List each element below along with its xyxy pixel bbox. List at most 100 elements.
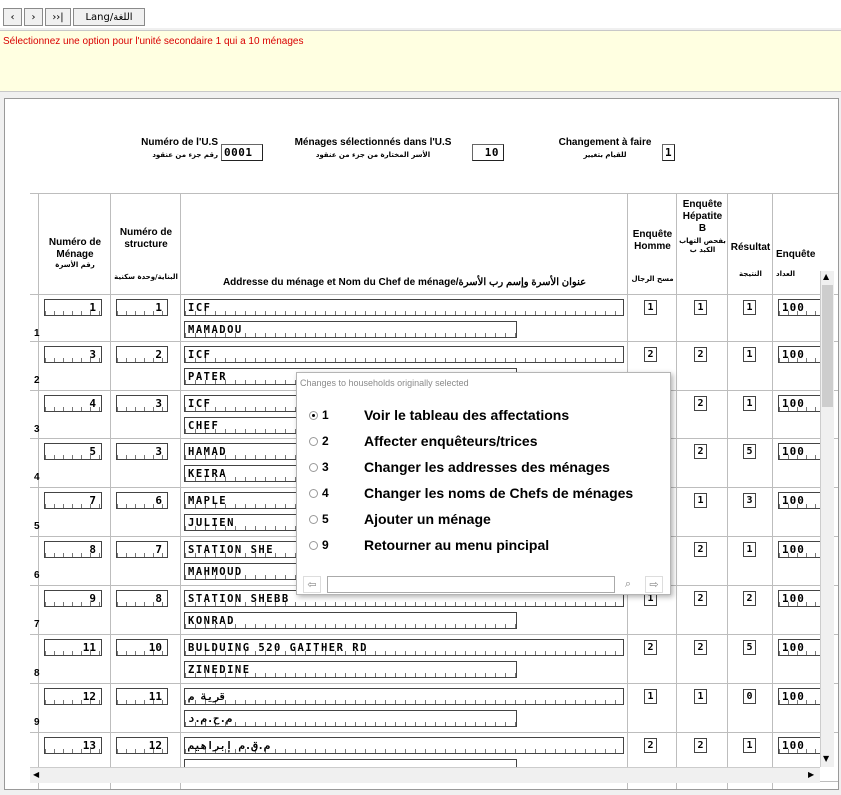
us-number-field[interactable]: 0001 bbox=[221, 144, 263, 161]
menage-number-field[interactable]: 11 bbox=[44, 639, 102, 656]
hepatite-survey-field[interactable]: 1 bbox=[694, 493, 707, 508]
last-button[interactable]: ››| bbox=[45, 8, 71, 26]
row-number: 4 bbox=[34, 472, 40, 483]
change-field[interactable]: 1 bbox=[662, 144, 675, 161]
chef-name-field[interactable]: م.ح.م.د bbox=[184, 710, 517, 727]
menage-number-field[interactable]: 13 bbox=[44, 737, 102, 754]
chef-name-field[interactable]: KONRAD bbox=[184, 612, 517, 629]
search-icon[interactable]: ⌕ bbox=[619, 576, 637, 593]
result-field[interactable]: 3 bbox=[743, 493, 756, 508]
option-item[interactable]: 4 Changer les noms de Chefs de ménages bbox=[309, 483, 664, 503]
menage-number-field[interactable]: 1 bbox=[44, 299, 102, 316]
column-header-resultat: Résultat النتيجة bbox=[730, 242, 771, 278]
next-button[interactable]: › bbox=[24, 8, 43, 26]
hepatite-survey-field[interactable]: 2 bbox=[694, 738, 707, 753]
hepatite-survey-field[interactable]: 2 bbox=[694, 347, 707, 362]
homme-survey-field[interactable]: 1 bbox=[644, 300, 657, 315]
radio-icon[interactable] bbox=[309, 436, 318, 446]
structure-number-field[interactable]: 7 bbox=[116, 541, 168, 558]
hepatite-survey-field[interactable]: 1 bbox=[694, 689, 707, 704]
row-number: 3 bbox=[34, 424, 40, 435]
chef-name-field[interactable]: MAMADOU bbox=[184, 321, 517, 338]
result-field[interactable]: 1 bbox=[743, 542, 756, 557]
option-item[interactable]: 1 Voir le tableau des affectations bbox=[309, 405, 664, 425]
menage-number-field[interactable]: 8 bbox=[44, 541, 102, 558]
radio-icon[interactable] bbox=[309, 410, 318, 420]
result-field[interactable]: 5 bbox=[743, 640, 756, 655]
result-field[interactable]: 1 bbox=[743, 396, 756, 411]
structure-number-field[interactable]: 1 bbox=[116, 299, 168, 316]
structure-number-field[interactable]: 11 bbox=[116, 688, 168, 705]
hepatite-survey-field[interactable]: 2 bbox=[694, 444, 707, 459]
option-label: Affecter enquêteurs/trices bbox=[364, 433, 538, 449]
hepatite-survey-field[interactable]: 2 bbox=[694, 591, 707, 606]
grid-line bbox=[180, 193, 181, 789]
radio-icon[interactable] bbox=[309, 488, 318, 498]
option-label: Changer les addresses des ménages bbox=[364, 459, 610, 475]
menage-number-field[interactable]: 4 bbox=[44, 395, 102, 412]
radio-icon[interactable] bbox=[309, 514, 318, 524]
option-item[interactable]: 5 Ajouter un ménage bbox=[309, 509, 664, 529]
scroll-left-icon[interactable]: ◀ bbox=[33, 770, 39, 779]
scroll-thumb[interactable] bbox=[822, 285, 833, 407]
back-arrow-icon[interactable]: ⇦ bbox=[303, 576, 321, 593]
homme-survey-field[interactable]: 2 bbox=[644, 738, 657, 753]
scroll-up-icon[interactable]: ▲ bbox=[823, 272, 829, 281]
radio-icon[interactable] bbox=[309, 540, 318, 550]
column-header-menage: Numéro de Ménage رقم الأسرة bbox=[48, 237, 102, 269]
selected-households-field[interactable]: 10 bbox=[472, 144, 504, 161]
horizontal-scrollbar[interactable]: ◀ ▶ bbox=[30, 767, 820, 783]
dialog-search-input[interactable] bbox=[327, 576, 615, 593]
us-label: Numéro de l'U.S رقم جزء من عنقود bbox=[141, 137, 218, 159]
result-field[interactable]: 5 bbox=[743, 444, 756, 459]
previous-button[interactable]: ‹ bbox=[3, 8, 22, 26]
grid-line bbox=[110, 193, 111, 789]
hepatite-survey-field[interactable]: 2 bbox=[694, 640, 707, 655]
vertical-scrollbar[interactable]: ▲ ▼ bbox=[820, 271, 834, 767]
address-field[interactable]: قرية م bbox=[184, 688, 624, 705]
language-button[interactable]: Lang/اللغة bbox=[73, 8, 145, 26]
menage-number-field[interactable]: 12 bbox=[44, 688, 102, 705]
option-item[interactable]: 9 Retourner au menu pincipal bbox=[309, 535, 664, 555]
menage-number-field[interactable]: 7 bbox=[44, 492, 102, 509]
homme-survey-field[interactable]: 2 bbox=[644, 640, 657, 655]
grid-line bbox=[30, 732, 838, 733]
result-field[interactable]: 1 bbox=[743, 347, 756, 362]
structure-number-field[interactable]: 3 bbox=[116, 443, 168, 460]
chef-name-field[interactable]: ZINEDINE bbox=[184, 661, 517, 678]
result-field[interactable]: 1 bbox=[743, 300, 756, 315]
address-field[interactable]: م.ق.م إبراهيم bbox=[184, 737, 624, 754]
menage-number-field[interactable]: 5 bbox=[44, 443, 102, 460]
option-item[interactable]: 2 Affecter enquêteurs/trices bbox=[309, 431, 664, 451]
structure-number-field[interactable]: 12 bbox=[116, 737, 168, 754]
structure-number-field[interactable]: 2 bbox=[116, 346, 168, 363]
hepatite-survey-field[interactable]: 2 bbox=[694, 542, 707, 557]
message-bar: Sélectionnez une option pour l'unité sec… bbox=[0, 30, 841, 92]
radio-icon[interactable] bbox=[309, 462, 318, 472]
hepatite-survey-field[interactable]: 2 bbox=[694, 396, 707, 411]
address-field[interactable]: ICF bbox=[184, 346, 624, 363]
hepatite-survey-field[interactable]: 1 bbox=[694, 300, 707, 315]
menage-number-field[interactable]: 9 bbox=[44, 590, 102, 607]
forward-arrow-icon[interactable]: ⇨ bbox=[645, 576, 663, 593]
result-field[interactable]: 2 bbox=[743, 591, 756, 606]
result-field[interactable]: 1 bbox=[743, 738, 756, 753]
row-number: 9 bbox=[34, 717, 40, 728]
option-item[interactable]: 3 Changer les addresses des ménages bbox=[309, 457, 664, 477]
homme-survey-field[interactable]: 2 bbox=[644, 347, 657, 362]
result-field[interactable]: 0 bbox=[743, 689, 756, 704]
grid-line bbox=[30, 341, 838, 342]
structure-number-field[interactable]: 6 bbox=[116, 492, 168, 509]
address-field[interactable]: ICF bbox=[184, 299, 624, 316]
menage-number-field[interactable]: 3 bbox=[44, 346, 102, 363]
structure-number-field[interactable]: 3 bbox=[116, 395, 168, 412]
skip-last-icon: ››| bbox=[52, 11, 64, 23]
grid-line bbox=[38, 193, 39, 789]
homme-survey-field[interactable]: 1 bbox=[644, 689, 657, 704]
address-field[interactable]: BULDUING 520 GAITHER RD bbox=[184, 639, 624, 656]
scroll-down-icon[interactable]: ▼ bbox=[823, 754, 829, 763]
structure-number-field[interactable]: 10 bbox=[116, 639, 168, 656]
grid-line bbox=[30, 683, 838, 684]
scroll-right-icon[interactable]: ▶ bbox=[808, 770, 814, 779]
structure-number-field[interactable]: 8 bbox=[116, 590, 168, 607]
